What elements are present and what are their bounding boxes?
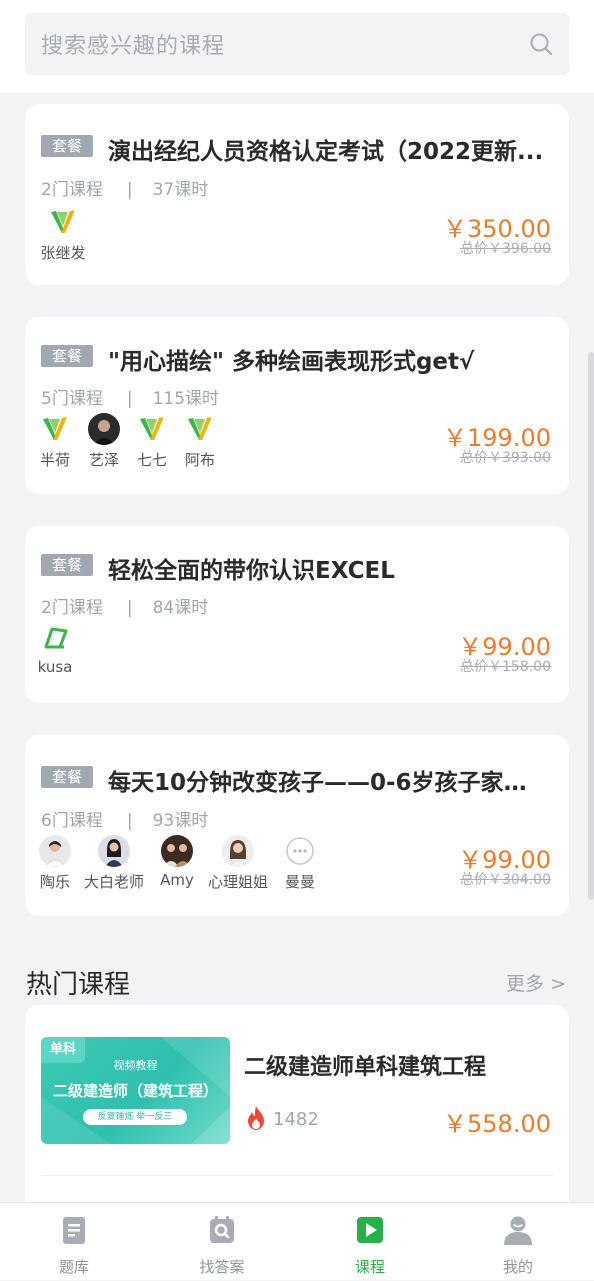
search-box[interactable]: 搜索感兴趣的课程 xyxy=(25,13,569,75)
green-v-logo-icon xyxy=(39,413,71,445)
original-price: 总价￥304.00 xyxy=(460,872,551,888)
photo-avatar xyxy=(39,835,71,867)
bundle-title: 轻松全面的带你认识EXCEL xyxy=(108,558,395,584)
bundle-tag: 套餐 xyxy=(41,345,93,367)
more-dots-icon[interactable] xyxy=(284,835,316,867)
tab-question-bank[interactable]: 题库 xyxy=(0,1203,148,1281)
teacher[interactable]: 心理姐姐 xyxy=(208,835,268,892)
bundle-tag: 套餐 xyxy=(41,554,93,576)
bundle-meta: 2门课程 | 84课时 xyxy=(41,593,208,618)
tab-find-answer[interactable]: 找答案 xyxy=(148,1203,296,1281)
original-price: 总价￥396.00 xyxy=(460,241,551,257)
fire-icon xyxy=(248,1106,264,1130)
teacher[interactable]: kusa xyxy=(25,622,85,676)
course-thumbnail[interactable]: 单科 视频教程 二级建造师（建筑工程） 反复锤炼 举一反三 xyxy=(41,1037,230,1144)
green-leaf-logo-icon xyxy=(39,622,71,654)
search-doc-icon xyxy=(210,1216,234,1243)
meta-separator: | xyxy=(126,180,133,200)
photo-avatar xyxy=(88,413,120,445)
bottom-tab-bar: 题库 找答案 课程 我的 xyxy=(0,1202,594,1280)
teacher-name: 陶乐 xyxy=(39,873,70,891)
photo-avatar xyxy=(222,835,254,867)
teacher-name: 曼曼 xyxy=(284,873,315,891)
tab-label: 课程 xyxy=(354,1258,385,1276)
tab-label: 找答案 xyxy=(199,1258,245,1276)
photo-avatar xyxy=(98,835,130,867)
teacher[interactable]: 曼曼 xyxy=(270,835,330,892)
search-input[interactable]: 搜索感兴趣的课程 xyxy=(41,28,225,60)
meta-separator: | xyxy=(126,389,133,409)
teacher-name: Amy xyxy=(160,871,194,889)
teacher-name: 心理姐姐 xyxy=(208,873,269,891)
bundle-tag: 套餐 xyxy=(41,135,93,157)
tab-label: 我的 xyxy=(502,1258,533,1276)
hot-course-card[interactable]: 单科 视频教程 二级建造师（建筑工程） 反复锤炼 举一反三 二级建造师单科建筑工… xyxy=(25,1005,569,1225)
original-price: 总价￥158.00 xyxy=(460,659,551,675)
teacher[interactable]: 阿布 xyxy=(170,413,230,470)
document-icon xyxy=(63,1217,85,1244)
tab-mine[interactable]: 我的 xyxy=(444,1203,592,1281)
photo-avatar xyxy=(161,835,193,867)
teacher-name: 张继发 xyxy=(40,244,86,262)
thumbnail-subtitle: 视频教程 xyxy=(113,1059,158,1072)
bundle-title: 每天10分钟改变孩子——0-6岁孩子家庭... xyxy=(108,770,549,796)
teacher-name: 阿布 xyxy=(184,451,215,469)
play-icon xyxy=(357,1217,383,1243)
meta-separator: | xyxy=(126,811,133,831)
thumbnail-title: 二级建造师（建筑工程） xyxy=(52,1082,218,1100)
teacher[interactable]: Amy xyxy=(147,835,207,889)
course-count: 5门课程 xyxy=(41,389,103,409)
bundle-card[interactable]: 套餐 每天10分钟改变孩子——0-6岁孩子家庭... 6门课程 | 93课时 陶乐 … xyxy=(25,735,569,916)
course-count: 2门课程 xyxy=(41,598,103,618)
thumbnail-tagline: 反复锤炼 举一反三 xyxy=(83,1109,187,1125)
course-count: 6门课程 xyxy=(41,811,103,831)
course-count: 2门课程 xyxy=(41,180,103,200)
course-title: 二级建造师单科建筑工程 xyxy=(244,1055,487,1080)
bundle-title: 演出经纪人员资格认定考试（2022更新... xyxy=(108,139,544,165)
bundle-card[interactable]: 套餐 演出经纪人员资格认定考试（2022更新... 2门课程 | 37课时 张继发 … xyxy=(25,104,569,285)
user-icon xyxy=(504,1216,532,1245)
bundle-card[interactable]: 套餐 "用心描绘" 多种绘画表现形式get√ 5门课程 | 115课时 半荷 艺泽 … xyxy=(25,317,569,494)
more-link[interactable]: 更多 > xyxy=(506,969,566,996)
course-price: ￥558.00 xyxy=(443,1110,551,1138)
lesson-count: 84课时 xyxy=(152,598,209,618)
lesson-count: 115课时 xyxy=(152,389,220,409)
tab-courses[interactable]: 课程 xyxy=(296,1203,444,1281)
view-count: 1482 xyxy=(273,1109,319,1130)
lesson-count: 37课时 xyxy=(152,180,209,200)
section-title-hot-courses: 热门课程 xyxy=(26,970,131,1000)
teacher[interactable]: 陶乐 xyxy=(25,835,85,892)
bundle-card[interactable]: 套餐 轻松全面的带你认识EXCEL 2门课程 | 84课时 kusa ￥99.00 … xyxy=(25,526,569,703)
green-v-logo-icon xyxy=(136,413,168,445)
bundle-tag: 套餐 xyxy=(41,766,93,788)
green-v-logo-icon xyxy=(47,206,79,238)
bundle-title: "用心描绘" 多种绘画表现形式get√ xyxy=(108,349,475,375)
scrollbar[interactable] xyxy=(588,352,594,900)
search-icon[interactable] xyxy=(529,32,553,56)
tab-label: 题库 xyxy=(58,1258,89,1276)
teacher-name: kusa xyxy=(37,658,73,676)
divider xyxy=(41,1175,553,1176)
green-v-logo-icon xyxy=(184,413,216,445)
bundle-meta: 6门课程 | 93课时 xyxy=(41,806,208,831)
teacher-name: 大白老师 xyxy=(84,873,145,891)
meta-separator: | xyxy=(126,598,133,618)
teacher[interactable]: 张继发 xyxy=(33,206,93,263)
bundle-meta: 5门课程 | 115课时 xyxy=(41,384,219,409)
lesson-count: 93课时 xyxy=(152,811,209,831)
original-price: 总价￥393.00 xyxy=(460,450,551,466)
bundle-meta: 2门课程 | 37课时 xyxy=(41,175,208,200)
search-header: 搜索感兴趣的课程 xyxy=(0,0,594,93)
teacher[interactable]: 大白老师 xyxy=(84,835,144,892)
